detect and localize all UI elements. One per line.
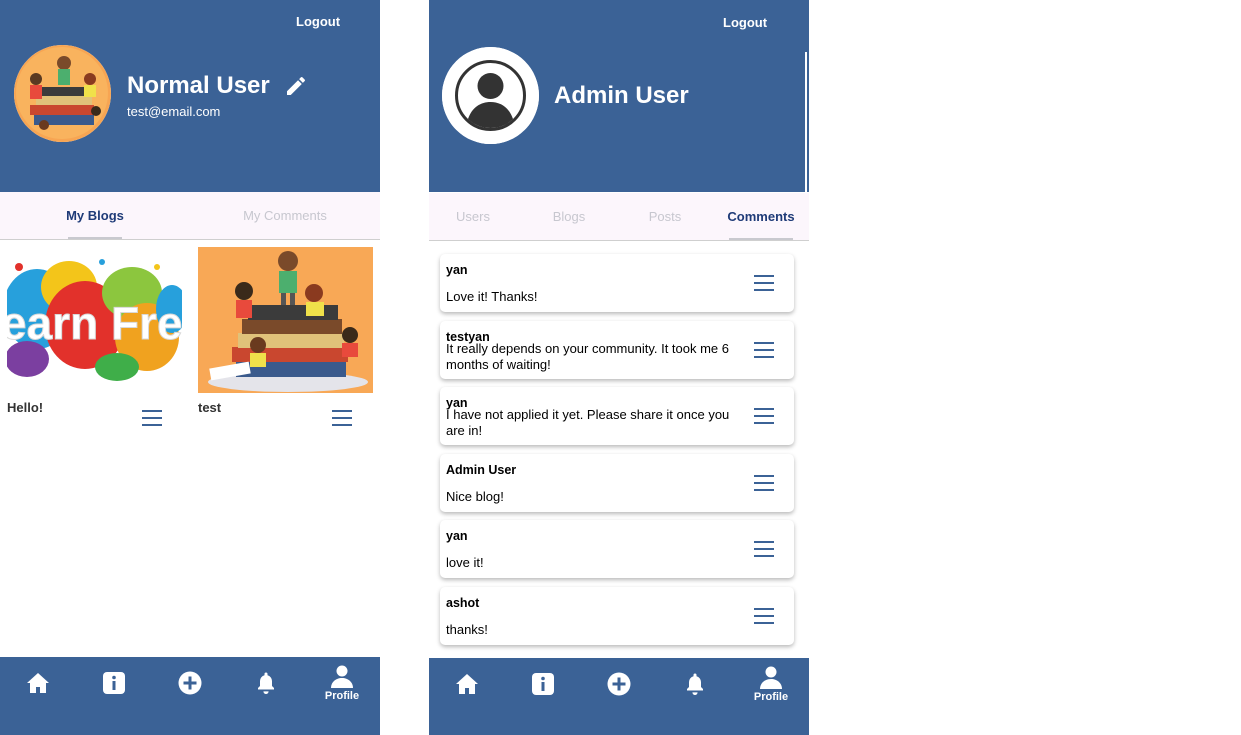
svg-text:earn Frenc: earn Frenc <box>7 297 182 349</box>
tab-posts[interactable]: Posts <box>621 193 709 240</box>
normal-user-profile-screen: Logout Normal User test@email.com My Blo… <box>0 0 380 735</box>
add-circle-icon <box>178 671 202 695</box>
nav-notifications[interactable] <box>657 658 733 718</box>
nav-add[interactable] <box>152 657 228 717</box>
info-icon <box>532 673 554 695</box>
tab-comments[interactable]: Comments <box>717 193 805 240</box>
menu-icon[interactable] <box>754 341 774 359</box>
blog-image[interactable]: earn Frenc <box>7 247 182 393</box>
comment-item[interactable]: yan love it! <box>440 520 794 578</box>
user-name: Normal User <box>127 72 270 99</box>
comment-author: yan <box>446 529 468 543</box>
home-icon <box>27 673 49 693</box>
avatar[interactable] <box>14 45 111 142</box>
bottom-navigation: Profile <box>0 657 380 735</box>
comments-list: yan Love it! Thanks! testyan It really d… <box>440 254 794 653</box>
blog-title: Hello! <box>7 400 44 415</box>
pencil-icon[interactable] <box>284 74 308 98</box>
tab-my-blogs[interactable]: My Blogs <box>0 192 190 239</box>
bottom-navigation: Profile <box>429 658 809 735</box>
comment-text: It really depends on your community. It … <box>446 340 730 372</box>
comment-item[interactable]: ashot thanks! <box>440 586 794 645</box>
avatar[interactable] <box>442 47 539 144</box>
nav-notifications[interactable] <box>228 657 304 717</box>
menu-icon[interactable] <box>142 409 162 427</box>
add-circle-icon <box>607 672 631 696</box>
tab-blogs[interactable]: Blogs <box>525 193 613 240</box>
nav-profile-label: Profile <box>753 691 789 703</box>
comment-author: Admin User <box>446 462 517 477</box>
nav-home[interactable] <box>429 658 505 718</box>
comment-author: ashot <box>446 595 480 610</box>
comment-item[interactable]: Admin User Nice blog! <box>440 453 794 512</box>
logout-button[interactable]: Logout <box>723 15 767 30</box>
comment-text: I have not applied it yet. Please share … <box>446 407 730 438</box>
profile-header: Logout Admin User <box>429 0 809 192</box>
nav-profile-label: Profile <box>324 690 360 702</box>
comment-item[interactable]: yan I have not applied it yet. Please sh… <box>440 387 794 445</box>
menu-icon[interactable] <box>754 607 774 625</box>
nav-add[interactable] <box>581 658 657 718</box>
menu-icon[interactable] <box>754 274 774 292</box>
person-icon <box>331 665 353 688</box>
comment-text: thanks! <box>446 621 488 637</box>
profile-tabs: My Blogs My Comments <box>0 192 380 240</box>
comment-text: Nice blog! <box>446 488 504 504</box>
default-user-icon <box>442 47 539 144</box>
menu-icon[interactable] <box>754 407 774 425</box>
nav-profile[interactable]: Profile <box>733 658 809 718</box>
comment-text: Love it! Thanks! <box>446 289 538 304</box>
comment-item[interactable]: testyan It really depends on your commun… <box>440 320 794 379</box>
home-icon <box>456 674 478 694</box>
blog-image[interactable] <box>198 247 373 393</box>
comment-author: yan <box>446 263 468 277</box>
user-name: Admin User <box>554 82 689 109</box>
menu-icon[interactable] <box>754 540 774 558</box>
menu-icon[interactable] <box>332 409 352 427</box>
tab-my-comments[interactable]: My Comments <box>190 192 380 239</box>
comment-text: love it! <box>446 555 484 570</box>
nav-profile[interactable]: Profile <box>304 657 380 717</box>
bell-icon <box>687 673 703 695</box>
person-icon <box>760 666 782 689</box>
info-icon <box>103 672 125 694</box>
admin-tabs: Users Blogs Posts Comments <box>429 193 809 241</box>
admin-user-profile-screen: Logout Admin User Users Blogs Posts Comm… <box>429 0 809 735</box>
logout-button[interactable]: Logout <box>296 14 340 29</box>
user-email: test@email.com <box>127 104 221 119</box>
nav-home[interactable] <box>0 657 76 717</box>
tab-users[interactable]: Users <box>429 193 517 240</box>
nav-info[interactable] <box>505 658 581 718</box>
menu-icon[interactable] <box>754 474 774 492</box>
profile-header: Logout Normal User test@email.com <box>0 0 380 192</box>
blog-title: test <box>198 400 222 415</box>
scrollbar[interactable] <box>805 52 807 192</box>
blog-card[interactable]: test <box>198 247 373 426</box>
comment-item[interactable]: yan Love it! Thanks! <box>440 254 794 312</box>
nav-info[interactable] <box>76 657 152 717</box>
bell-icon <box>258 672 274 694</box>
blog-card[interactable]: earn Frenc Hello! <box>7 247 182 426</box>
